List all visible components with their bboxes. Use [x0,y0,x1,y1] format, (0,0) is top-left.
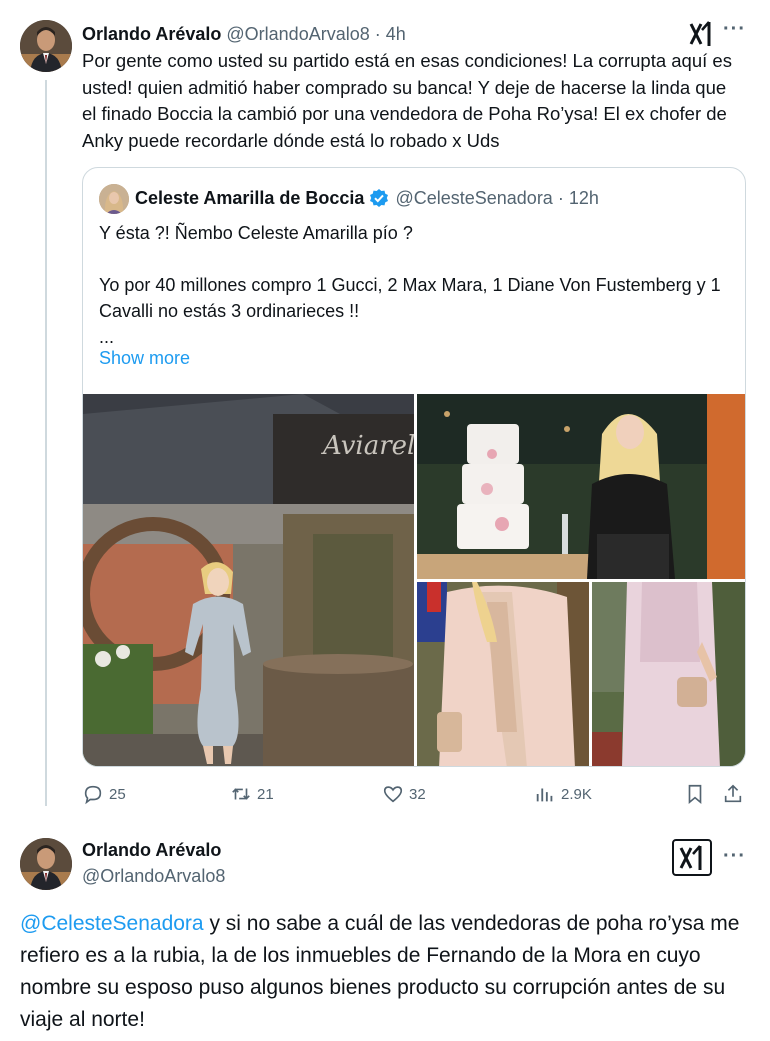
more-options-icon[interactable]: ··· [723,18,746,41]
quoted-tweet-card[interactable]: Celeste Amarilla de Boccia @CelesteSenad… [82,167,746,767]
heart-icon [383,786,403,803]
mention-link[interactable]: @CelesteSenadora [20,912,204,935]
bookmark-icon [688,784,702,805]
thread-connector-line [45,80,47,806]
view-count: 2.9K [561,785,592,803]
views-button[interactable]: 2.9K [534,783,592,805]
reply-icon [84,785,102,805]
photo-pink-coat-front[interactable] [417,582,589,766]
reply-count: 25 [109,785,126,803]
quoted-tweet-text: Y ésta ?! Ñembo Celeste Amarilla pío ? Y… [99,220,729,350]
tweet-text: Por gente como usted su partido está en … [82,50,732,151]
repost-count: 21 [257,785,274,803]
grok-icon[interactable] [672,839,712,876]
quoted-text-line: Y ésta ?! Ñembo Celeste Amarilla pío ? [99,223,413,243]
more-options-icon[interactable]: ··· [723,845,746,868]
handle[interactable]: @OrlandoArvalo8 [226,24,369,44]
quoted-tweet-header: Celeste Amarilla de Boccia @CelesteSenad… [135,186,599,210]
like-button[interactable]: 32 [382,783,426,805]
quoted-text-line: Yo por 40 millones compro 1 Gucci, 2 Max… [99,275,721,321]
photo-wedding-cake[interactable] [417,394,745,579]
quoted-text-line [99,246,729,272]
views-chart-icon [536,788,553,802]
tweet-header: Orlando Arévalo @OrlandoArvalo8 · 4h [82,22,406,46]
tweet-text: @CelesteSenadora y si no sabe a cuál de … [20,908,740,1036]
repost-button[interactable]: 21 [230,783,274,805]
display-name[interactable]: Orlando Arévalo [82,840,221,861]
media-grid: Aviarelo [83,394,745,766]
bookmark-button[interactable] [684,783,711,805]
share-icon [724,784,742,803]
quoted-timestamp[interactable]: 12h [569,186,599,210]
quoted-text-line: ... [99,327,115,347]
like-count: 32 [409,785,426,803]
quoted-handle[interactable]: @CelesteSenadora [395,186,552,210]
svg-text:Aviarelo: Aviarelo [321,431,414,461]
timestamp[interactable]: 4h [386,24,406,44]
avatar[interactable] [20,838,72,890]
grok-icon[interactable] [688,20,714,48]
separator: · [374,24,381,44]
separator: · [557,188,564,208]
verified-badge-icon [369,188,389,208]
share-button[interactable] [722,783,749,805]
quoted-display-name[interactable]: Celeste Amarilla de Boccia [135,186,364,210]
show-more-link[interactable]: Show more [99,348,190,369]
tweet-action-bar: 25 21 32 2.9K [82,783,750,811]
avatar[interactable] [20,20,72,72]
reply-button[interactable]: 25 [82,783,126,805]
photo-pink-dress-back[interactable] [592,582,745,766]
photo-woman-grey-dress[interactable]: Aviarelo [83,394,414,766]
repost-icon [232,788,250,800]
display-name[interactable]: Orlando Arévalo [82,24,221,44]
quoted-avatar[interactable] [99,184,129,214]
handle[interactable]: @OrlandoArvalo8 [82,866,225,887]
